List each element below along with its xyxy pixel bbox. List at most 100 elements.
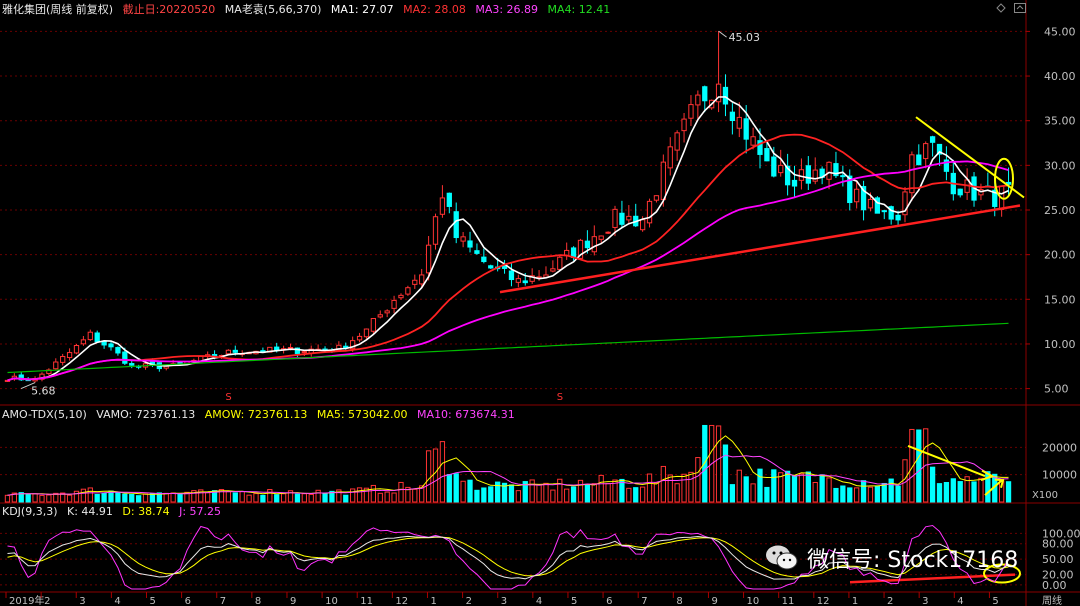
volume-bar xyxy=(267,489,273,503)
x-tick-label: 2 xyxy=(887,596,893,606)
volume-bar xyxy=(322,492,328,503)
volume-bar xyxy=(315,489,321,503)
ma-indicator-name[interactable]: MA老袁(5,66,370) xyxy=(225,3,322,16)
diamond-icon[interactable] xyxy=(996,3,1006,13)
volume-bar xyxy=(550,489,556,503)
volume-bar xyxy=(4,494,11,503)
candle-body xyxy=(53,361,59,370)
kdj-tick-label: 80.00 xyxy=(1042,538,1074,551)
x-tick-label: 10 xyxy=(325,596,338,606)
signal-marker: S xyxy=(225,392,231,403)
candle-body xyxy=(750,136,756,146)
trend-annotations xyxy=(499,116,1025,584)
date-label: 截止日:20220520 xyxy=(122,3,216,16)
price-tick-label: 40.00 xyxy=(1044,70,1076,83)
x-tick-label: 6 xyxy=(606,596,612,606)
volume-bar xyxy=(356,487,363,503)
candle-body xyxy=(605,231,611,234)
volume-bar xyxy=(301,493,307,503)
price-tick-label: 30.00 xyxy=(1044,159,1076,172)
candle-body xyxy=(488,265,494,269)
wechat-icon xyxy=(765,544,799,572)
volume-bar xyxy=(232,492,238,503)
candle-body xyxy=(736,116,742,129)
candlesticks xyxy=(4,31,1012,383)
volume-bar xyxy=(142,493,149,503)
candle-body xyxy=(826,161,832,180)
volume-bar xyxy=(350,488,356,503)
j-value: J: 57.25 xyxy=(179,505,222,518)
x-tick-label: 4 xyxy=(536,596,542,606)
volume-bar xyxy=(377,492,383,503)
volume-bar xyxy=(239,491,245,503)
volume-bar xyxy=(246,494,252,503)
candle-body xyxy=(515,278,521,283)
volume-bar xyxy=(308,493,314,503)
low-price-label: 5.68 xyxy=(31,385,56,398)
volume-bar xyxy=(529,479,535,503)
candle-body xyxy=(232,349,238,353)
stock-title[interactable]: 雅化集团(周线 前复权) xyxy=(2,3,113,16)
candle-body xyxy=(916,154,922,166)
volume-bar xyxy=(122,493,128,503)
volume-bar xyxy=(598,474,604,503)
volume-bar xyxy=(591,483,597,503)
candle-body xyxy=(840,175,846,178)
candle-body xyxy=(398,294,404,299)
volume-bar xyxy=(543,482,549,503)
volume-bar xyxy=(453,473,459,503)
watermark: 微信号: Stock17168 xyxy=(765,540,1018,576)
x-tick-label: 5 xyxy=(149,596,155,606)
x-tick-label: 9 xyxy=(290,596,296,606)
candle-body xyxy=(688,104,694,119)
period-label: 周线 xyxy=(1042,594,1062,606)
volume-bar xyxy=(515,490,521,503)
volume-bar xyxy=(916,429,922,503)
volume-indicator-name[interactable]: AMO-TDX(5,10) xyxy=(2,408,87,421)
volume-bar xyxy=(715,425,722,503)
volume-bar xyxy=(584,484,591,503)
volume-bar xyxy=(840,485,846,503)
x-tick-label: 3 xyxy=(79,596,85,606)
volume-bar xyxy=(25,493,31,503)
volume-bar xyxy=(225,490,232,503)
volume-bar xyxy=(508,484,515,503)
candle-body xyxy=(377,314,383,318)
volume-bar xyxy=(170,492,176,503)
volume-bar xyxy=(757,468,763,503)
volume-bar xyxy=(163,492,169,503)
volume-bar xyxy=(66,494,73,503)
candle-body xyxy=(923,143,929,160)
candle-body xyxy=(481,256,487,263)
volume-bar xyxy=(826,477,832,503)
volume-bar xyxy=(957,481,963,503)
x-tick-label: 11 xyxy=(782,596,795,606)
volume-unit-label: X100 xyxy=(1032,490,1058,501)
x-tick-label: 3 xyxy=(922,596,928,606)
d-value: D: 38.74 xyxy=(122,505,170,518)
volume-bar xyxy=(681,473,687,503)
volume-bars xyxy=(4,424,1012,503)
collapse-icon[interactable] xyxy=(1014,3,1026,13)
price-tick-label: 45.00 xyxy=(1044,25,1076,38)
candle-body xyxy=(108,343,114,348)
ma4-value: MA4: 12.41 xyxy=(547,3,611,16)
x-tick-label: 2 xyxy=(466,596,472,606)
volume-bar xyxy=(950,478,956,503)
volume-bar xyxy=(398,481,404,503)
volume-bar xyxy=(971,481,977,503)
x-tick-label: 6 xyxy=(185,596,191,606)
volume-bar xyxy=(343,494,349,503)
volume-bar xyxy=(729,484,736,503)
x-tick-label: 9 xyxy=(711,596,717,606)
high-price-label: 45.03 xyxy=(729,31,761,44)
volume-tick-label: 20000 xyxy=(1042,441,1077,454)
candle-body xyxy=(87,331,93,341)
x-tick-label: 1 xyxy=(430,596,436,606)
volume-bar xyxy=(260,494,266,503)
volume-bar xyxy=(115,492,121,503)
kdj-indicator-name[interactable]: KDJ(9,3,3) xyxy=(2,505,58,518)
candle-body xyxy=(446,192,452,207)
candle-body xyxy=(729,111,736,122)
ma1-value: MA1: 27.07 xyxy=(330,3,394,16)
